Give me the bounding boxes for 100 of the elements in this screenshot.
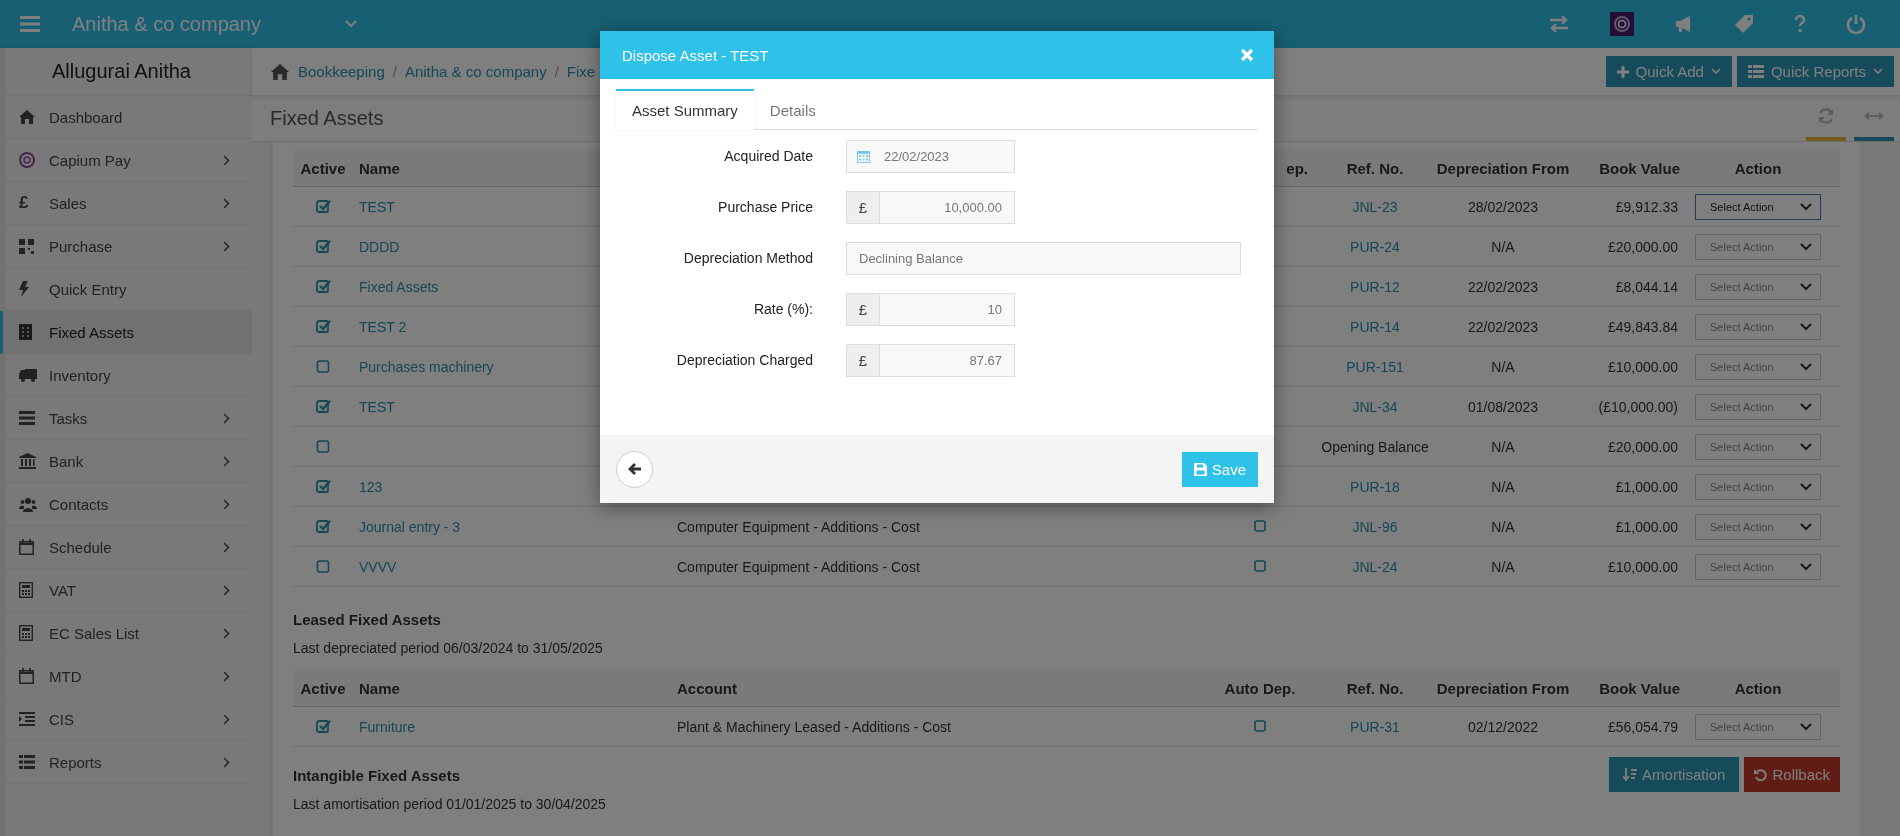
action-select[interactable]: Select Action	[1695, 553, 1821, 580]
checked-checkbox[interactable]	[315, 199, 331, 214]
checkbox[interactable]	[1253, 520, 1267, 533]
asset-name-link[interactable]: VVVV	[359, 558, 397, 575]
app-logo-icon[interactable]	[1610, 12, 1634, 36]
checked-checkbox[interactable]	[315, 239, 331, 254]
checked-checkbox[interactable]	[315, 399, 331, 414]
checkbox[interactable]	[1253, 720, 1267, 733]
asset-name-link[interactable]: TEST 2	[359, 318, 407, 335]
help-icon[interactable]	[1794, 15, 1806, 33]
caret-icon	[1800, 522, 1812, 531]
asset-name-link[interactable]: TEST	[359, 198, 395, 215]
sidebar-item[interactable]: Purchase	[0, 225, 252, 268]
column-header: Active	[300, 159, 346, 177]
checkbox[interactable]	[315, 559, 331, 574]
reference-link[interactable]: PUR-31	[1350, 718, 1400, 735]
date-field[interactable]: 22/02/2023	[846, 140, 1015, 173]
action-select[interactable]: Select Action	[1695, 353, 1821, 380]
reference-link[interactable]: PUR-12	[1350, 278, 1400, 295]
amount-field[interactable]: £ 87.67	[846, 344, 1015, 377]
menu-icon[interactable]	[20, 16, 40, 32]
calendar-icon	[19, 668, 34, 684]
date-cell: N/A	[1491, 558, 1515, 575]
asset-name-link[interactable]: Purchases machinery	[359, 358, 494, 375]
asset-name-link[interactable]: 123	[359, 478, 383, 495]
sidebar-item[interactable]: Tasks	[0, 397, 252, 440]
house-icon[interactable]	[270, 63, 290, 80]
reference-link[interactable]: JNL-34	[1352, 398, 1398, 415]
reference-link[interactable]: PUR-24	[1350, 238, 1400, 255]
account-cell: Plant & Machinery Leased - Additions - Cost	[677, 718, 951, 735]
checked-checkbox[interactable]	[315, 479, 331, 494]
close-icon[interactable]	[1240, 48, 1254, 62]
breadcrumb-link[interactable]: Fixe	[566, 63, 596, 80]
text-field[interactable]: Declining Balance	[846, 242, 1241, 275]
amount-cell: £9,912.33	[1615, 198, 1678, 215]
column-header: Ref. No.	[1346, 679, 1404, 697]
transfer-icon[interactable]	[1548, 15, 1570, 33]
sidebar-item[interactable]: MTD	[0, 655, 252, 698]
amount-field[interactable]: £ 10	[846, 293, 1015, 326]
bank-icon	[19, 453, 36, 469]
back-button[interactable]	[616, 450, 653, 488]
checked-checkbox[interactable]	[315, 279, 331, 294]
action-select[interactable]: Select Action	[1695, 273, 1821, 300]
reference-link[interactable]: PUR-151	[1346, 358, 1404, 375]
chevron-right-icon	[223, 412, 230, 424]
chevron-right-icon	[223, 455, 230, 467]
asset-name-link[interactable]: Furniture	[359, 718, 416, 735]
action-select[interactable]: Select Action	[1695, 473, 1821, 500]
sidebar-item[interactable]: Fixed Assets	[0, 311, 252, 354]
amount-field[interactable]: £ 10,000.00	[846, 191, 1015, 224]
quick-reports-button[interactable]: Quick Reports	[1736, 56, 1894, 87]
asset-name-link[interactable]: Journal entry - 3	[359, 518, 461, 535]
asset-name-link[interactable]: TEST	[359, 398, 395, 415]
sidebar-item[interactable]: Capium Pay	[0, 139, 252, 182]
action-select[interactable]: Select Action	[1695, 713, 1821, 740]
asset-name-link[interactable]: DDDD	[359, 238, 400, 255]
checkbox[interactable]	[315, 439, 331, 454]
checked-checkbox[interactable]	[315, 319, 331, 334]
date-cell: N/A	[1491, 518, 1515, 535]
action-select[interactable]: Select Action	[1695, 433, 1821, 460]
quick-add-button[interactable]: Quick Add	[1605, 56, 1732, 87]
coin-icon	[19, 152, 35, 168]
checked-checkbox[interactable]	[315, 719, 331, 734]
reference-link[interactable]: JNL-96	[1352, 518, 1398, 535]
arrow-left-icon	[627, 463, 642, 475]
company-dropdown[interactable]: Anitha & co company	[72, 12, 357, 36]
asset-name-link[interactable]: Fixed Assets	[359, 278, 439, 295]
action-select[interactable]: Select Action	[1695, 313, 1821, 340]
refresh-icon	[1817, 107, 1835, 125]
tab[interactable]: Asset Summary	[616, 89, 754, 130]
sidebar-item[interactable]: Contacts	[0, 483, 252, 526]
horizontal-arrows-icon	[1864, 111, 1884, 121]
list-icon	[19, 755, 35, 769]
action-select[interactable]: Select Action	[1695, 393, 1821, 420]
checkbox[interactable]	[1253, 560, 1267, 573]
reference-link[interactable]: PUR-18	[1350, 478, 1400, 495]
sidebar-item[interactable]: Bank	[0, 440, 252, 483]
breadcrumb-link[interactable]: Bookkeeping	[298, 63, 385, 80]
power-icon[interactable]	[1846, 14, 1866, 34]
amortisation-button[interactable]: Amortisation	[1609, 757, 1740, 792]
rollback-button[interactable]: Rollback	[1744, 757, 1840, 792]
action-select[interactable]: Select Action	[1695, 233, 1821, 260]
sidebar-item[interactable]: CIS	[0, 698, 252, 741]
sidebar-item[interactable]: Inventory	[0, 354, 252, 397]
sidebar-item[interactable]: Reports	[0, 741, 252, 784]
reference-link[interactable]: JNL-23	[1352, 198, 1398, 215]
reference-link[interactable]: PUR-14	[1350, 318, 1400, 335]
breadcrumb-link[interactable]: Anitha & co company	[404, 63, 547, 80]
tag-icon[interactable]	[1734, 14, 1754, 34]
tab[interactable]: Details	[753, 89, 832, 129]
date-cell: N/A	[1491, 438, 1515, 455]
reference-link[interactable]: JNL-24	[1352, 558, 1398, 575]
breadcrumb-separator: /	[392, 63, 397, 80]
chevron-right-icon	[223, 240, 230, 252]
sidebar-item[interactable]: Schedule	[0, 526, 252, 569]
checked-checkbox[interactable]	[315, 519, 331, 534]
checkbox[interactable]	[315, 359, 331, 374]
save-button[interactable]: Save	[1181, 451, 1258, 487]
action-select[interactable]: Select Action	[1695, 513, 1821, 540]
action-select[interactable]: Select Action	[1695, 193, 1821, 220]
